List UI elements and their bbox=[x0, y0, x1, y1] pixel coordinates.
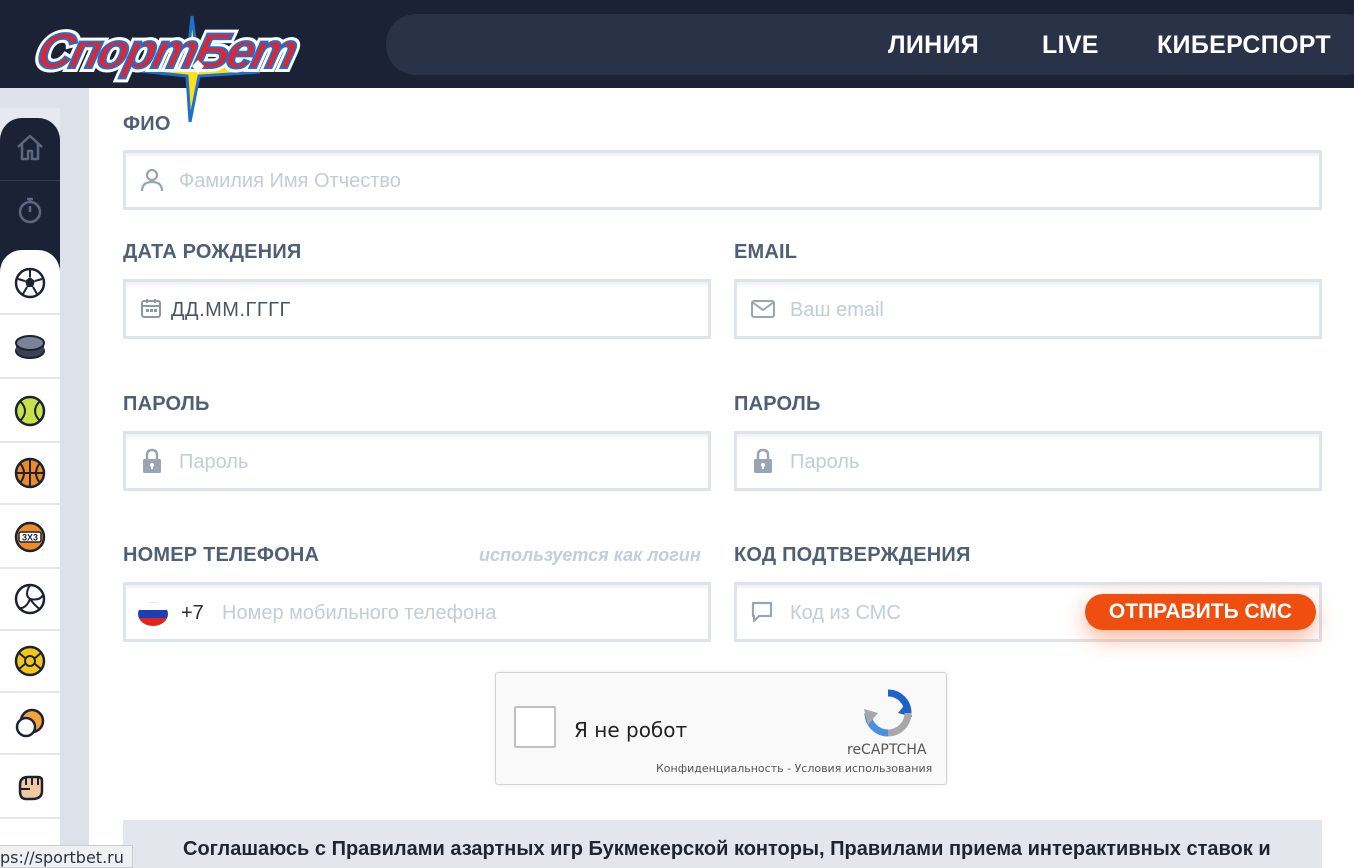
nav-live[interactable]: LIVE bbox=[1042, 31, 1099, 60]
birthdate-field[interactable]: ДД.ММ.ГГГГ bbox=[123, 279, 711, 339]
recaptcha-checkbox[interactable] bbox=[514, 706, 556, 748]
agreement-block: Соглашаюсь с Правилами азартных игр Букм… bbox=[123, 820, 1322, 868]
fio-placeholder: Фамилия Имя Отчество bbox=[179, 170, 401, 192]
sms-code-placeholder: Код из СМС bbox=[790, 602, 901, 624]
recaptcha-links[interactable]: Конфиденциальность - Условия использован… bbox=[656, 762, 932, 775]
email-field[interactable]: Ваш email bbox=[734, 279, 1322, 339]
user-icon bbox=[140, 168, 164, 192]
phone-country-code: +7 bbox=[181, 602, 204, 624]
password-confirm-label: ПАРОЛЬ bbox=[734, 393, 821, 415]
svg-text:СпортБет: СпортБет bbox=[31, 23, 303, 79]
password-field[interactable]: Пароль bbox=[123, 431, 711, 491]
svg-text:3X3: 3X3 bbox=[22, 533, 38, 543]
basketball-3x3-icon[interactable]: 3X3 bbox=[0, 507, 60, 569]
birthdate-label: ДАТА РОЖДЕНИЯ bbox=[123, 241, 302, 263]
status-bar-url: ps://sportbet.ru bbox=[0, 845, 133, 868]
nav-cybersport[interactable]: КИБЕРСПОРТ bbox=[1157, 31, 1331, 60]
password-label: ПАРОЛЬ bbox=[123, 393, 210, 415]
envelope-icon bbox=[751, 300, 775, 318]
fio-field[interactable]: Фамилия Имя Отчество bbox=[123, 150, 1322, 210]
russia-flag-icon[interactable] bbox=[138, 602, 168, 626]
basketball-icon[interactable] bbox=[0, 443, 60, 505]
recaptcha-label: Я не робот bbox=[574, 718, 688, 742]
tennis-ball-icon[interactable] bbox=[0, 381, 60, 443]
recaptcha-brand: reCAPTCHA bbox=[847, 742, 927, 758]
recaptcha-widget: Я не робот reCAPTCHA Конфиденциальность … bbox=[495, 672, 947, 785]
fist-icon[interactable] bbox=[0, 757, 60, 819]
phone-hint: используется как логин bbox=[479, 545, 701, 565]
sms-code-label: КОД ПОДТВЕРЖДЕНИЯ bbox=[734, 544, 971, 566]
phone-placeholder: Номер мобильного телефона bbox=[222, 602, 497, 624]
volleyball-icon[interactable] bbox=[0, 569, 60, 631]
soccer-ball-icon[interactable] bbox=[0, 253, 60, 315]
boxing-icon[interactable] bbox=[0, 693, 60, 755]
lock-icon bbox=[754, 448, 772, 473]
nav-liniya[interactable]: ЛИНИЯ bbox=[888, 31, 979, 60]
home-icon[interactable] bbox=[0, 118, 60, 176]
send-sms-button[interactable]: ОТПРАВИТЬ СМС bbox=[1085, 594, 1316, 630]
chat-bubble-icon bbox=[751, 601, 773, 623]
lock-icon bbox=[143, 448, 161, 473]
recaptcha-logo-icon bbox=[864, 689, 912, 737]
password-confirm-field[interactable]: Пароль bbox=[734, 431, 1322, 491]
hockey-puck-icon[interactable] bbox=[0, 317, 60, 379]
agreement-text: Соглашаюсь с Правилами азартных игр Букм… bbox=[183, 838, 1271, 860]
handball-icon[interactable] bbox=[0, 631, 60, 693]
password-confirm-placeholder: Пароль bbox=[790, 451, 860, 473]
email-label: EMAIL bbox=[734, 241, 798, 263]
email-placeholder: Ваш email bbox=[790, 299, 884, 321]
password-placeholder: Пароль bbox=[179, 451, 249, 473]
calendar-icon bbox=[141, 299, 161, 318]
phone-field[interactable]: +7 Номер мобильного телефона bbox=[123, 582, 711, 642]
phone-label: НОМЕР ТЕЛЕФОНА bbox=[123, 544, 320, 566]
stopwatch-icon[interactable] bbox=[0, 180, 60, 238]
sportbet-logo[interactable]: СпортБет СпортБет bbox=[22, 4, 332, 122]
birthdate-value: ДД.ММ.ГГГГ bbox=[171, 299, 291, 321]
